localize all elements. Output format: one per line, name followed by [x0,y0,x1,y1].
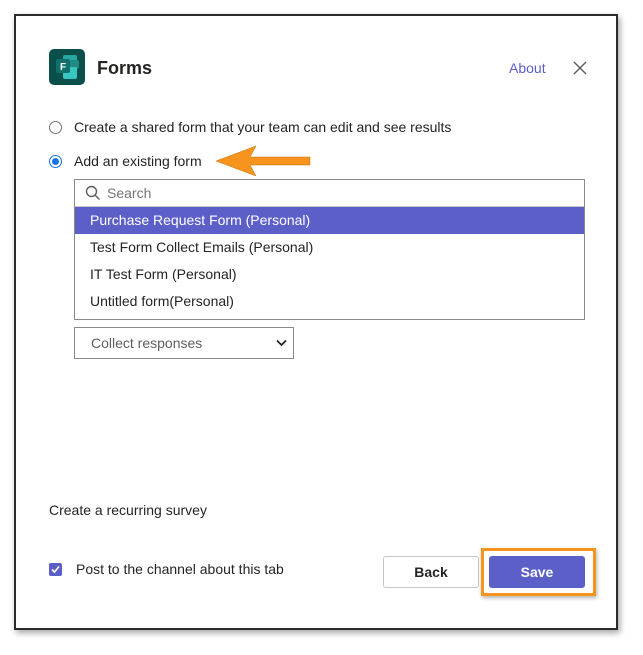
mode-select-value: Collect responses [91,335,203,351]
mode-select[interactable]: Collect responses [74,327,294,359]
form-search-row [75,180,584,207]
svg-text:F: F [60,62,66,73]
form-list-item[interactable]: IT Test Form (Personal) [75,261,584,288]
chevron-down-icon [276,339,287,347]
back-button[interactable]: Back [383,556,479,588]
annotation-arrow-icon [215,145,311,177]
form-picker-listbox: Purchase Request Form (Personal) Test Fo… [74,179,585,320]
dialog-title: Forms [97,58,153,78]
form-list-item[interactable]: Test Form Collect Emails (Personal) [75,234,584,261]
option-add-existing[interactable]: Add an existing form [49,151,202,171]
dialog-frame: F Forms About Create a shared form that … [14,14,618,630]
option-create-shared-label: Create a shared form that your team can … [74,119,452,135]
option-add-existing-label: Add an existing form [74,153,202,169]
close-icon[interactable] [572,60,588,76]
radio-create-shared[interactable] [49,120,62,134]
post-to-channel-option[interactable]: Post to the channel about this tab [49,561,284,577]
post-to-channel-label: Post to the channel about this tab [76,561,284,577]
form-list-item[interactable]: Untitled form(Personal) [75,288,584,315]
forms-config-dialog: F Forms About Create a shared form that … [16,16,616,628]
save-button[interactable]: Save [489,556,585,588]
option-create-shared[interactable]: Create a shared form that your team can … [49,117,451,137]
checkmark-icon [51,565,60,573]
form-search-input[interactable] [107,185,547,201]
form-list-item[interactable]: Purchase Request Form (Personal) [75,207,584,234]
recurring-survey-label: Create a recurring survey [49,502,207,518]
about-link[interactable]: About [509,60,546,76]
radio-add-existing[interactable] [49,154,62,168]
post-to-channel-checkbox[interactable] [49,562,62,576]
forms-app-icon: F [49,49,85,85]
search-icon [85,185,100,200]
